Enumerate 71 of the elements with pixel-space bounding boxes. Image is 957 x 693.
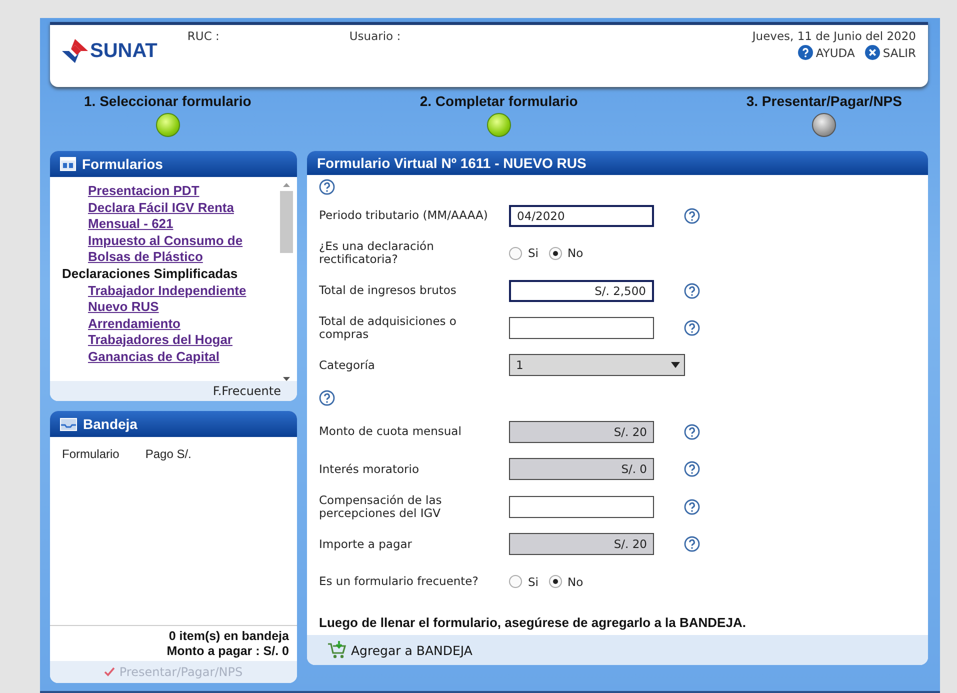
logo-text: SUNAT <box>90 40 158 62</box>
field-label: Interés moratorio <box>319 462 420 476</box>
header-link[interactable]: SALIR <box>864 45 916 60</box>
form-link[interactable]: Trabajador Independiente <box>88 282 280 300</box>
form-link[interactable]: Declara Fácil IGV Renta <box>88 200 280 216</box>
input-field[interactable]: S/. 20 <box>509 420 654 443</box>
column-header: Formulario <box>62 447 120 463</box>
form-link[interactable]: Mensual - 621 <box>88 216 280 233</box>
section-heading: Declaraciones Simplificadas <box>62 266 239 283</box>
cart-icon <box>327 641 347 659</box>
form-link[interactable]: Presentacion PDT <box>88 183 280 200</box>
help-icon[interactable] <box>684 320 700 336</box>
total-amount: Monto a pagar : S/. 0 <box>166 644 289 658</box>
help-icon[interactable] <box>684 536 700 552</box>
form-link[interactable]: Ganancias de Capital <box>88 348 280 366</box>
input-field[interactable]: S/. 2,500 <box>509 280 654 302</box>
input-field[interactable]: S/. 20 <box>509 533 654 556</box>
field-label: Categoría <box>319 358 376 372</box>
panel-title: Bandeja <box>83 416 138 432</box>
user-label: Usuario : <box>349 29 401 43</box>
help-icon[interactable] <box>684 498 700 515</box>
radio-option[interactable]: Si <box>509 574 538 589</box>
item-count: 0 item(s) en bandeja <box>168 629 289 643</box>
radio-option[interactable]: No <box>548 574 584 589</box>
date-text: Jueves, 11 de Junio del 2020 <box>752 29 916 43</box>
category-dropdown[interactable]: 1 <box>509 354 685 376</box>
window-icon <box>60 157 76 171</box>
add-to-tray-button[interactable]: Agregar a BANDEJA <box>307 635 928 665</box>
check-icon <box>104 667 116 677</box>
field-label: Total de adquisiciones o compras <box>319 315 458 342</box>
radio-option[interactable]: No <box>548 246 584 260</box>
input-field[interactable]: S/. 0 <box>509 458 654 480</box>
panel-title: Formulario Virtual Nº 1611 - NUEVO RUS <box>317 155 586 171</box>
help-icon[interactable] <box>684 461 700 478</box>
form-link[interactable]: Impuesto al Consumo de <box>88 232 280 250</box>
input-field[interactable] <box>509 496 654 518</box>
form-link[interactable]: Trabajadores del Hogar <box>88 332 280 349</box>
field-label: Es un formulario frecuente? <box>319 575 480 588</box>
scrollbar[interactable] <box>280 183 293 381</box>
field-label: ¿Es una declaración rectificatoria? <box>319 240 435 266</box>
caret-icon <box>671 362 680 368</box>
step-label: 2. Completar formulario <box>420 93 578 109</box>
help-icon[interactable] <box>684 424 700 440</box>
column-header: Pago S/. <box>145 447 192 463</box>
help-icon[interactable] <box>684 282 700 299</box>
panel-title: Formularios <box>82 156 163 172</box>
close-icon <box>864 45 880 60</box>
frequent-link[interactable]: F.Frecuente <box>212 384 281 398</box>
help-icon[interactable] <box>319 390 335 406</box>
radio-option[interactable]: Si <box>509 246 538 260</box>
field-label: Importe a pagar <box>319 538 414 551</box>
input-field[interactable] <box>509 317 654 340</box>
instruction-text: Luego de llenar el formulario, asegúrese de agregarlo a la BANDEJA. <box>319 614 747 630</box>
input-field[interactable]: 04/2020 <box>509 204 654 227</box>
field-label: Total de ingresos brutos <box>319 284 458 298</box>
ruc-label: RUC : <box>187 29 220 43</box>
field-label: Periodo tributario (MM/AAAA) <box>319 209 489 222</box>
header-link[interactable]: AYUDA <box>798 45 855 60</box>
form-link[interactable]: Nuevo RUS <box>88 299 280 316</box>
help-icon[interactable] <box>319 179 335 195</box>
form-link[interactable]: Arrendamiento <box>88 316 280 332</box>
tray-icon <box>60 418 77 430</box>
help-icon <box>798 45 813 60</box>
field-label: Monto de cuota mensual <box>319 425 462 438</box>
help-icon[interactable] <box>684 208 700 224</box>
logo-icon <box>62 39 88 63</box>
step-label: 1. Seleccionar formulario <box>84 93 252 109</box>
scroll-up-icon[interactable] <box>283 183 290 187</box>
form-link[interactable]: Bolsas de Plástico <box>88 249 280 266</box>
field-label: Compensación de las percepciones del IGV <box>319 494 443 520</box>
step-label: 3. Presentar/Pagar/NPS <box>746 93 902 109</box>
